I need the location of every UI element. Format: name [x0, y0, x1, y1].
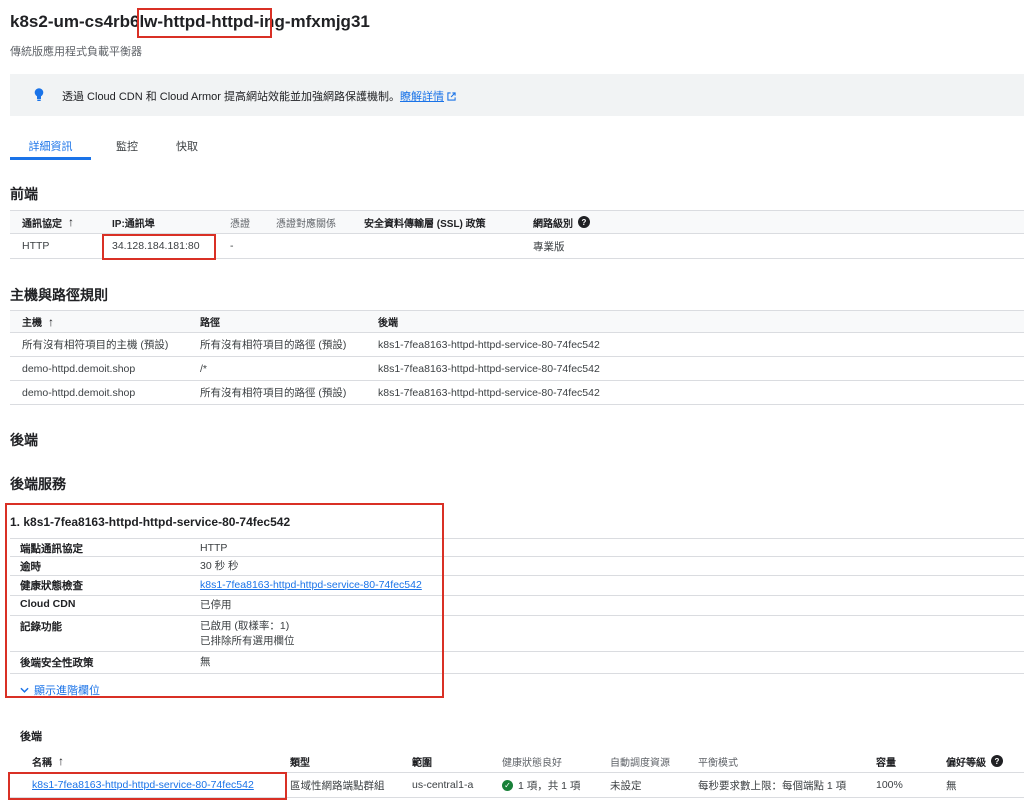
- cell-healthy: ✓ 1 項，共 1 項: [502, 773, 580, 797]
- column-header-balancing-mode: 平衡模式: [698, 757, 738, 769]
- tab-cache[interactable]: 快取: [172, 130, 202, 160]
- title-highlight-box: [137, 8, 272, 38]
- column-header-path: 路徑: [200, 318, 220, 329]
- sort-arrow-up-icon[interactable]: ↑: [48, 315, 54, 329]
- cell-certificate: -: [230, 240, 234, 252]
- check-circle-icon: ✓: [502, 779, 513, 791]
- host-rules-heading: 主機與路徑規則: [10, 287, 108, 303]
- tab-monitoring[interactable]: 監控: [112, 130, 142, 160]
- cell-host: 所有沒有相符項目的主機 (預設): [22, 339, 169, 351]
- cell-protocol: HTTP: [22, 240, 50, 252]
- column-header-backend: 後端: [378, 318, 398, 329]
- column-header-host[interactable]: 主機 ↑: [22, 311, 54, 332]
- column-header-network-tier: 網路級別?: [533, 211, 590, 233]
- sort-arrow-up-icon[interactable]: ↑: [68, 215, 74, 229]
- column-header-name[interactable]: 名稱 ↑: [32, 750, 64, 772]
- cell-backend: k8s1-7fea8163-httpd-httpd-service-80-74f…: [378, 338, 600, 351]
- learn-more-link[interactable]: 瞭解詳情: [400, 91, 444, 103]
- column-header-type: 類型: [290, 757, 310, 769]
- service-highlight-box: [5, 503, 444, 698]
- column-header-scope: 範圍: [412, 757, 432, 769]
- tab-details[interactable]: 詳細資訊: [10, 130, 91, 160]
- column-header-ssl-policy: 安全資料傳輸層 (SSL) 政策: [364, 218, 486, 230]
- cell-type: 區域性網路端點群組: [290, 779, 385, 792]
- table-row: demo-httpd.demoit.shop 所有沒有相符項目的路徑 (預設) …: [10, 381, 1024, 405]
- cell-host: demo-httpd.demoit.shop: [22, 362, 136, 375]
- backends-subheading: 後端: [20, 731, 42, 743]
- cell-backend: k8s1-7fea8163-httpd-httpd-service-80-74f…: [378, 362, 600, 375]
- column-header-autoscaling: 自動調度資源: [610, 757, 670, 769]
- column-header-certificate-map: 憑證對應關係: [276, 218, 336, 230]
- cell-balancing-mode: 每秒要求數上限：每個端點 1 項: [698, 779, 847, 792]
- backend-name-highlight-box: [8, 772, 287, 800]
- cell-network-tier: 專業版: [533, 240, 565, 253]
- cell-host: demo-httpd.demoit.shop: [22, 386, 136, 399]
- backend-services-heading: 後端服務: [10, 476, 66, 492]
- column-header-healthy: 健康狀態良好: [502, 757, 562, 769]
- column-header-ip-port: IP:通訊埠: [112, 218, 155, 230]
- help-icon[interactable]: ?: [578, 216, 590, 228]
- backend-heading: 後端: [10, 432, 38, 448]
- cell-capacity: 100%: [876, 779, 903, 791]
- table-header-row: 通訊協定 ↑ IP:通訊埠 憑證 憑證對應關係 安全資料傳輸層 (SSL) 政策 …: [10, 210, 1024, 234]
- cell-backend: k8s1-7fea8163-httpd-httpd-service-80-74f…: [378, 386, 600, 399]
- table-header-row: 主機 ↑ 路徑 後端: [10, 310, 1024, 333]
- banner-text: 透過 Cloud CDN 和 Cloud Armor 提高網站效能並加強網路保護…: [62, 91, 400, 103]
- page-subtitle: 傳統版應用程式負載平衡器: [10, 46, 142, 58]
- column-header-certificate: 憑證: [230, 218, 250, 230]
- active-tab-indicator: [10, 157, 91, 160]
- cell-path: /*: [200, 362, 208, 375]
- external-link-icon: [447, 92, 456, 101]
- table-row: 所有沒有相符項目的主機 (預設) 所有沒有相符項目的路徑 (預設) k8s1-7…: [10, 333, 1024, 357]
- cell-path: 所有沒有相符項目的路徑 (預設): [200, 339, 347, 351]
- column-header-capacity: 容量: [876, 757, 896, 769]
- column-header-preference: 偏好等級?: [946, 750, 1003, 772]
- help-icon[interactable]: ?: [991, 755, 1003, 767]
- cell-preference: 無: [946, 779, 957, 792]
- sort-arrow-up-icon[interactable]: ↑: [58, 754, 64, 768]
- cell-autoscaling: 未設定: [610, 779, 642, 792]
- column-header-protocol[interactable]: 通訊協定 ↑: [22, 211, 74, 233]
- promo-banner: 透過 Cloud CDN 和 Cloud Armor 提高網站效能並加強網路保護…: [10, 74, 1024, 116]
- ip-highlight-box: [102, 234, 216, 260]
- lightbulb-icon: [34, 88, 44, 101]
- table-header-row: 名稱 ↑ 類型 範圍 健康狀態良好 自動調度資源 平衡模式 容量 偏好等級?: [10, 750, 1024, 773]
- cell-scope: us-central1-a: [412, 779, 474, 791]
- banner-message: 透過 Cloud CDN 和 Cloud Armor 提高網站效能並加強網路保護…: [62, 88, 456, 104]
- cell-path: 所有沒有相符項目的路徑 (預設): [200, 387, 347, 399]
- frontend-heading: 前端: [10, 186, 38, 202]
- table-row: demo-httpd.demoit.shop /* k8s1-7fea8163-…: [10, 357, 1024, 381]
